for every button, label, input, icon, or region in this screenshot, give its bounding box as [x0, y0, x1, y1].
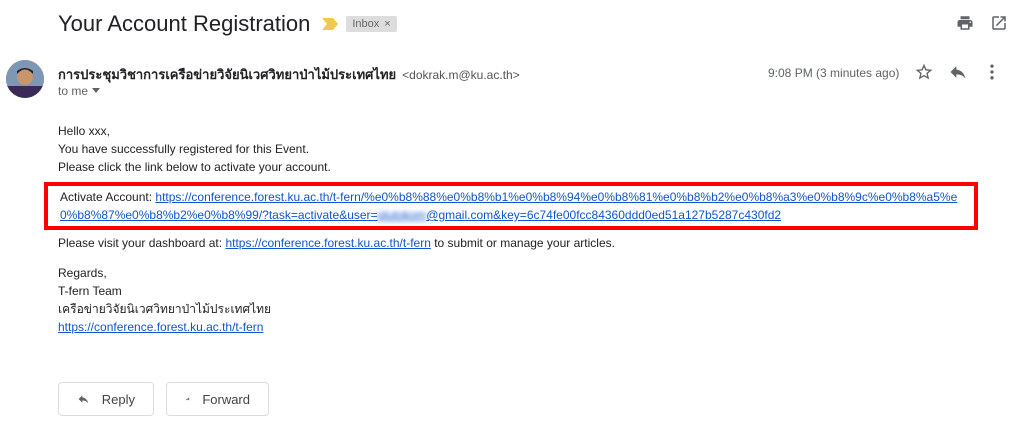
signature-link[interactable]: https://conference.forest.ku.ac.th/t-fer…	[58, 320, 263, 334]
remove-label-icon[interactable]: ×	[384, 18, 390, 30]
sender-row: การประชุมวิชาการเครือข่ายวิจัยนิเวศวิทยา…	[58, 64, 520, 85]
message-actions	[914, 62, 1002, 82]
signature-network: เครือข่ายวิจัยนิเวศวิทยาป่าไม้ประเทศไทย	[58, 302, 272, 316]
forward-label: Forward	[202, 391, 250, 407]
body-line-instruction: Please click the link below to activate …	[58, 160, 331, 174]
activate-account-link[interactable]: https://conference.forest.ku.ac.th/t-fer…	[60, 190, 957, 222]
reply-button[interactable]: Reply	[58, 382, 154, 416]
dashboard-prefix: Please visit your dashboard at:	[58, 236, 226, 250]
more-options-icon[interactable]	[982, 62, 1002, 82]
email-timestamp: 9:08 PM (3 minutes ago)	[768, 66, 900, 80]
chevron-down-icon	[92, 88, 101, 93]
email-body: Hello xxx, You have successfully registe…	[44, 122, 998, 336]
activate-highlight-box: Activate Account: https://conference.for…	[44, 182, 978, 230]
inbox-label-badge: Inbox ×	[346, 16, 397, 32]
forward-arrow-icon	[185, 397, 190, 401]
sender-name[interactable]: การประชุมวิชาการเครือข่ายวิจัยนิเวศวิทยา…	[58, 64, 396, 85]
recipient-details-toggle[interactable]: to me	[58, 84, 101, 98]
forward-button[interactable]: Forward	[166, 382, 269, 416]
print-icon[interactable]	[956, 14, 974, 32]
avatar[interactable]	[6, 60, 44, 98]
open-in-new-window-icon[interactable]	[990, 14, 1008, 32]
activate-link-part2: @gmail.com&key=6c74fe00fcc84360ddd0ed51a…	[426, 208, 782, 222]
regards: Regards,	[58, 266, 107, 280]
importance-marker-icon[interactable]	[322, 18, 339, 30]
recipient-label: to me	[58, 84, 89, 98]
email-subject: Your Account Registration	[58, 11, 311, 36]
reply-label: Reply	[101, 391, 135, 407]
sender-email: <dokrak.m@ku.ac.th>	[402, 68, 520, 82]
reply-arrow-icon	[78, 395, 89, 404]
avatar-image	[6, 60, 44, 98]
body-line-registered: You have successfully registered for thi…	[58, 142, 310, 156]
signature-team: T-fern Team	[58, 284, 122, 298]
activate-label: Activate Account:	[60, 190, 156, 204]
subject-row: Your Account Registration Inbox ×	[58, 8, 397, 40]
reply-icon[interactable]	[948, 62, 968, 82]
top-actions	[956, 14, 1008, 32]
dashboard-line: Please visit your dashboard at: https://…	[58, 234, 998, 252]
inbox-label-text: Inbox	[352, 18, 380, 30]
star-icon[interactable]	[914, 62, 934, 82]
dashboard-link[interactable]: https://conference.forest.ku.ac.th/t-fer…	[225, 236, 430, 250]
dashboard-suffix: to submit or manage your articles.	[430, 236, 615, 250]
greeting: Hello xxx,	[58, 124, 111, 138]
redacted-username: plutokom	[377, 208, 427, 222]
